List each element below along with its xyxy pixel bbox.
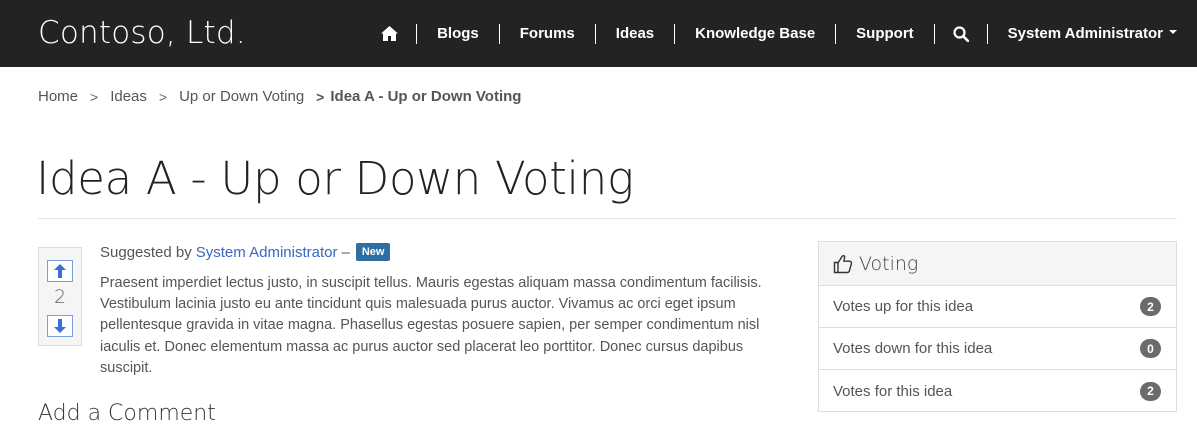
breadcrumb-current: Idea A - Up or Down Voting	[330, 88, 522, 105]
voting-panel-title: Voting	[859, 252, 919, 275]
status-badge: New	[355, 243, 391, 261]
chevron-down-icon	[1169, 29, 1177, 34]
votes-total-count: 2	[1140, 381, 1161, 401]
vote-up-button[interactable]	[47, 260, 73, 282]
search-icon[interactable]	[935, 25, 987, 42]
nav-item-ideas[interactable]: Ideas	[596, 24, 674, 44]
list-item: Votes down for this idea 0	[819, 328, 1176, 370]
title-divider	[38, 218, 1177, 219]
breadcrumb-separator: >	[158, 88, 168, 105]
arrow-down-icon	[54, 319, 66, 333]
breadcrumb-up-or-down-voting[interactable]: Up or Down Voting	[179, 88, 304, 105]
votes-down-label: Votes down for this idea	[833, 340, 993, 357]
arrow-up-icon	[54, 264, 66, 278]
thumbs-up-icon	[833, 254, 853, 273]
nav-item-blogs[interactable]: Blogs	[417, 24, 499, 44]
nav-item-knowledge-base[interactable]: Knowledge Base	[675, 24, 835, 44]
home-icon[interactable]	[363, 26, 416, 41]
top-navbar: Contoso, Ltd. Blogs Forums Ideas Knowled…	[0, 0, 1197, 67]
user-menu[interactable]: System Administrator	[988, 24, 1197, 44]
breadcrumb-separator: >	[90, 88, 99, 105]
votes-up-count: 2	[1140, 297, 1161, 316]
nav-item-forums[interactable]: Forums	[500, 24, 595, 44]
nav-item-support[interactable]: Support	[836, 24, 934, 44]
votes-total-label: Votes for this idea	[833, 382, 953, 400]
list-item: Votes up for this idea 2	[819, 286, 1176, 328]
votes-up-label: Votes up for this idea	[833, 298, 974, 315]
author-link[interactable]: System Administrator	[196, 244, 338, 261]
vote-count: 2	[53, 286, 67, 308]
breadcrumb-ideas[interactable]: Ideas	[110, 88, 147, 105]
breadcrumb-separator: >	[316, 88, 325, 105]
vote-down-button[interactable]	[47, 315, 73, 337]
breadcrumb-home[interactable]: Home	[38, 88, 78, 105]
breadcrumb: Home > Ideas > Up or Down Voting > Idea …	[38, 88, 521, 105]
vote-widget: 2	[38, 247, 82, 346]
votes-down-count: 0	[1140, 339, 1161, 358]
add-comment-heading: Add a Comment	[38, 401, 216, 426]
voting-panel-heading: Voting	[819, 242, 1176, 286]
brand-logo-text[interactable]: Contoso, Ltd.	[38, 15, 246, 51]
list-item: Votes for this idea 2	[819, 370, 1176, 412]
user-name: System Administrator	[1007, 24, 1163, 42]
suggested-dash: –	[341, 243, 350, 261]
suggested-prefix: Suggested by	[100, 243, 192, 261]
idea-description: Praesent imperdiet lectus justo, in susc…	[100, 275, 762, 376]
voting-panel: Voting Votes up for this idea 2 Votes do…	[818, 241, 1177, 412]
page-title: Idea A - Up or Down Voting	[36, 152, 634, 205]
nav-links: Blogs Forums Ideas Knowledge Base Suppor…	[363, 0, 1197, 67]
suggested-by-line: Suggested by System Administrator – New	[100, 243, 391, 261]
